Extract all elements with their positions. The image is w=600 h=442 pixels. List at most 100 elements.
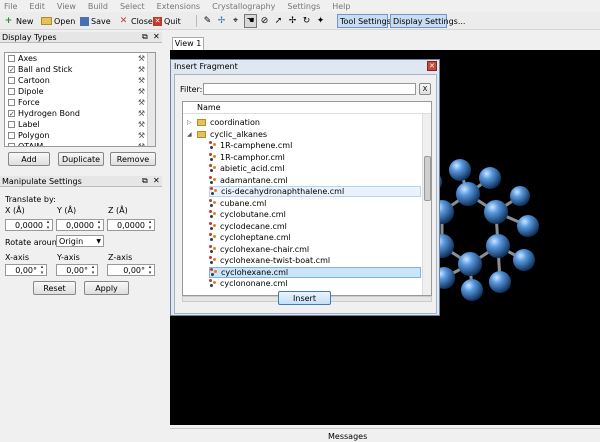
messages-tab[interactable]: Messages [328,432,367,441]
navigate-tool-button[interactable]: ✢ [216,14,227,28]
autorotate-tool-button[interactable]: ↻ [301,14,312,28]
wrench-icon[interactable]: ⚒ [138,54,145,63]
display-type-item[interactable]: ✓ Ball and Stick ⚒ [5,64,155,75]
wrench-icon[interactable]: ⚒ [138,120,145,129]
tree-file-row[interactable]: 1R-camphor.cml [209,152,421,163]
wrench-icon[interactable]: ⚒ [138,109,145,118]
tree-file-row[interactable]: cubane.cml [209,198,421,209]
bond-centric-tool-button[interactable]: ⌖ [230,14,241,28]
insert-button[interactable]: Insert [278,291,331,305]
wrench-icon[interactable]: ⚒ [138,98,145,107]
float-panel-icon[interactable]: ⧉ [142,176,148,186]
filter-input[interactable] [203,83,416,95]
atom-sphere[interactable] [486,234,510,258]
tree-file-row[interactable]: cyclohexane.cml [209,266,421,278]
add-button[interactable]: Add [8,152,50,166]
display-type-checkbox[interactable]: ✓ [8,110,15,118]
close-button[interactable]: ✕ Close [118,14,153,28]
atom-sphere[interactable] [456,182,480,206]
display-settings-button[interactable]: Display Settings... [390,14,465,28]
menu-help[interactable]: Help [332,2,350,11]
display-type-item[interactable]: Dipole ⚒ [5,86,155,97]
wrench-icon[interactable]: ⚒ [138,131,145,140]
tool-settings-button[interactable]: Tool Settings... [337,14,399,28]
y-translate-input[interactable]: 0,0000 [56,219,104,231]
align-tool-button[interactable]: ✢ [287,14,298,28]
wrench-icon[interactable]: ⚒ [138,87,145,96]
auto-optimize-tool-button[interactable]: ✦ [315,14,326,28]
atom-sphere[interactable] [449,159,471,181]
tab-view-1[interactable]: View 1 [172,37,204,50]
quit-button[interactable]: ✕ Quit [153,14,181,28]
save-button[interactable]: Save [80,14,111,28]
tree-file-row[interactable]: cyclononane.cml [209,278,421,289]
clear-filter-button[interactable]: X [419,83,431,95]
tree-file-row[interactable]: adamantane.cml [209,175,421,186]
expanded-arrow-icon[interactable]: ◢ [187,131,197,138]
display-type-checkbox[interactable] [8,88,15,95]
atom-sphere[interactable] [458,252,482,276]
rotate-around-select[interactable]: Origin ▼ [56,235,104,247]
display-type-item[interactable]: Force ⚒ [5,97,155,108]
menu-edit[interactable]: Edit [29,2,45,11]
fragment-tree[interactable]: Name ▷ coordination ◢ cyclic_alkanes 1R-camp… [182,101,432,296]
atom-sphere[interactable] [489,271,511,293]
display-types-list[interactable]: Axes ⚒ ✓ Ball and Stick ⚒ Cartoon ⚒ Dipole ⚒ Forc… [4,52,156,147]
tree-file-row[interactable]: cyclohexane-chair.cml [209,244,421,255]
display-type-checkbox[interactable] [8,121,15,128]
display-type-checkbox[interactable] [8,99,15,106]
display-type-checkbox[interactable] [8,143,15,146]
reset-button[interactable]: Reset [33,281,76,295]
display-type-checkbox[interactable]: ✓ [8,66,15,74]
wrench-icon[interactable]: ⚒ [138,65,145,74]
menu-crystallography[interactable]: Crystallography [212,2,275,11]
wrench-icon[interactable]: ⚒ [138,76,145,85]
select-tool-button[interactable]: ➚ [273,14,284,28]
close-panel-icon[interactable]: ✕ [153,32,160,41]
atom-sphere[interactable] [517,215,539,237]
float-panel-icon[interactable]: ⧉ [142,32,148,42]
wrench-icon[interactable]: ⚒ [138,142,145,146]
atom-sphere[interactable] [484,200,508,224]
tree-file-row[interactable]: cyclobutane.cml [209,209,421,220]
menu-extensions[interactable]: Extensions [157,2,200,11]
menu-file[interactable]: File [4,2,17,11]
menu-settings[interactable]: Settings [287,2,320,11]
atom-sphere[interactable] [479,167,501,189]
display-types-scrollbar[interactable] [147,53,155,146]
atom-sphere[interactable] [461,279,483,301]
duplicate-button[interactable]: Duplicate [58,152,104,166]
tree-file-row[interactable]: abietic_acid.cml [209,163,421,174]
atom-sphere[interactable] [513,249,535,271]
tree-file-row[interactable]: cycloheptane.cml [209,232,421,243]
name-column-header[interactable]: Name [183,102,431,114]
tree-scrollbar-thumb[interactable] [424,156,431,201]
z-translate-input[interactable]: 0,0000 [107,219,155,231]
x-axis-input[interactable]: 0,00° [5,264,47,276]
tree-file-row[interactable]: 1R-camphene.cml [209,140,421,151]
collapsed-arrow-icon[interactable]: ▷ [187,119,197,126]
tree-file-row[interactable]: cyclodecane.cml [209,221,421,232]
display-type-checkbox[interactable] [8,55,15,62]
apply-button[interactable]: Apply [84,281,129,295]
z-axis-input[interactable]: 0,00° [107,264,155,276]
display-type-checkbox[interactable] [8,132,15,139]
display-type-item[interactable]: Polygon ⚒ [5,130,155,141]
dialog-close-button[interactable]: ✕ [427,61,437,71]
measure-tool-button[interactable]: ⊘ [259,14,270,28]
open-button[interactable]: Open [41,14,75,28]
manipulate-tool-button[interactable]: ☚ [244,14,257,28]
new-button[interactable]: + New [3,14,34,28]
tree-scrollbar[interactable] [422,114,431,295]
remove-button[interactable]: Remove [110,152,156,166]
close-panel-icon[interactable]: ✕ [153,176,160,185]
menu-select[interactable]: Select [120,2,145,11]
y-axis-input[interactable]: 0,00° [56,264,98,276]
display-type-item[interactable]: Label ⚒ [5,119,155,130]
display-type-item[interactable]: QTAIM ⚒ [5,141,155,146]
tree-folder-row[interactable]: ◢ cyclic_alkanes [187,129,427,140]
tree-file-row[interactable]: cyclohexane-twist-boat.cml [209,255,421,266]
atom-sphere[interactable] [510,186,530,206]
menu-view[interactable]: View [57,2,76,11]
draw-tool-button[interactable]: ✎ [202,14,213,28]
